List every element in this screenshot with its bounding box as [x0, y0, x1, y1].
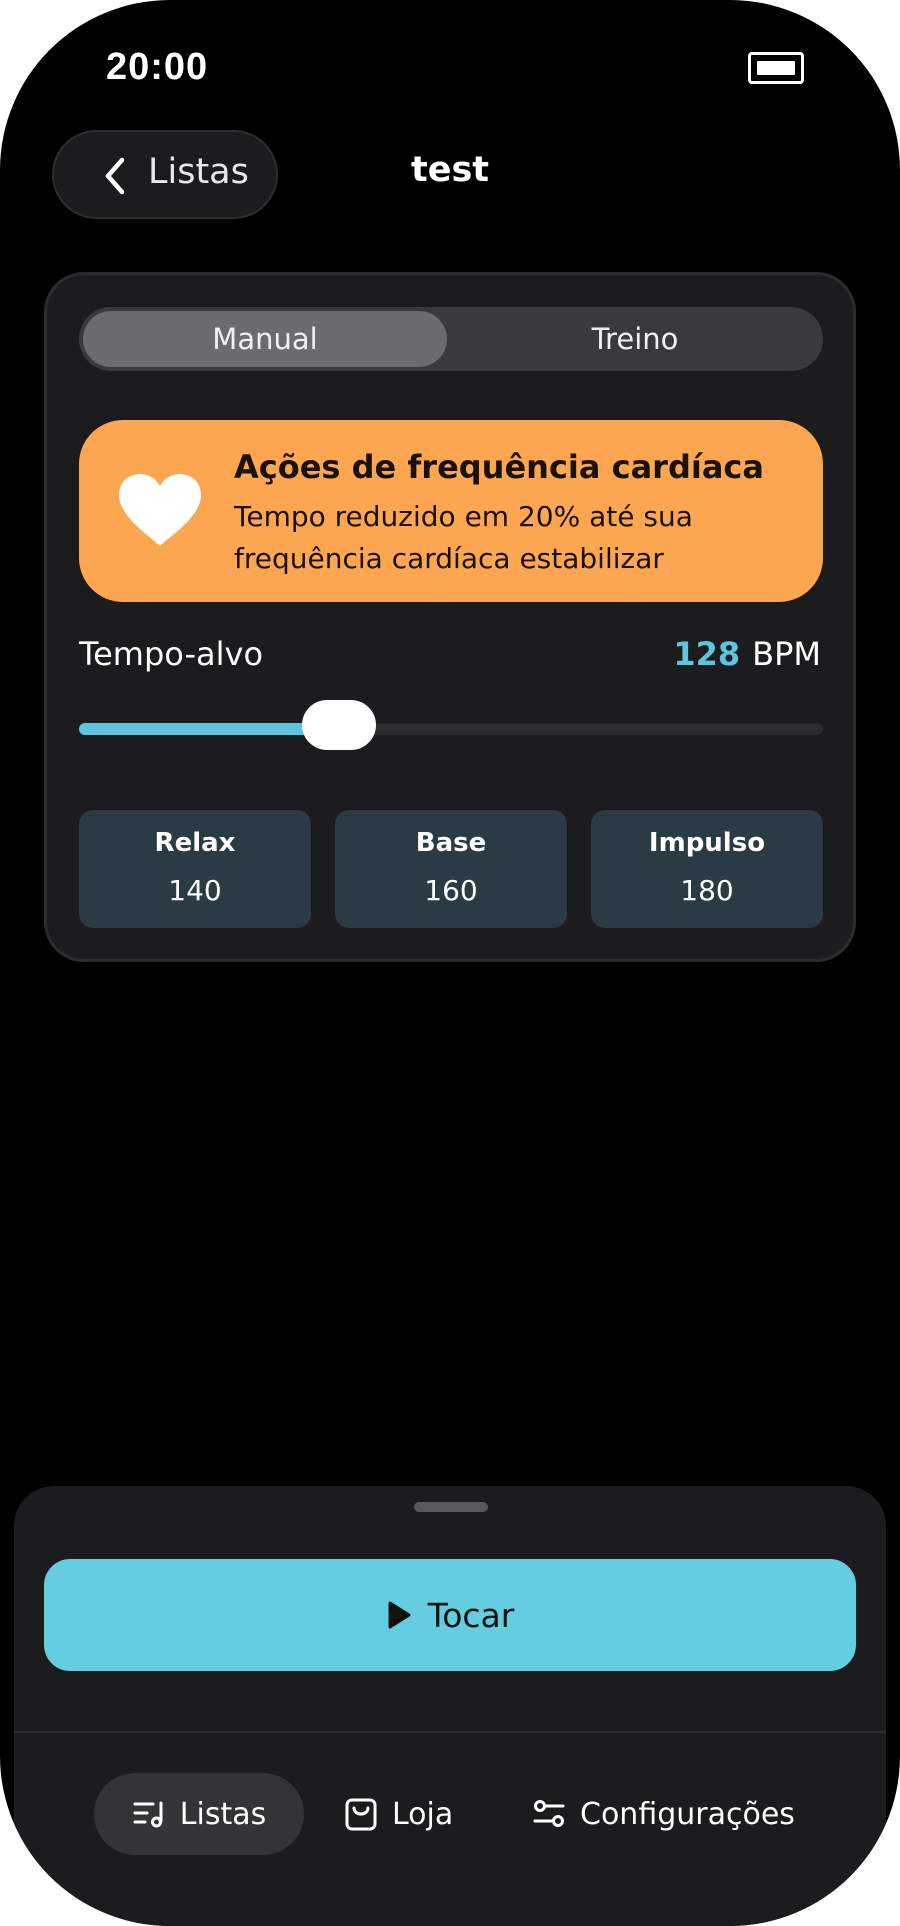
- heart-rate-title: Ações de frequência cardíaca: [234, 448, 764, 486]
- tab-label: Listas: [179, 1796, 267, 1832]
- preset-base[interactable]: Base 160: [335, 810, 567, 928]
- bpm-readout: 128 BPM: [673, 635, 821, 673]
- tab-loja[interactable]: Loja: [344, 1773, 453, 1855]
- status-time: 20:00: [106, 46, 209, 88]
- play-icon: [388, 1601, 411, 1629]
- bpm-unit: BPM: [752, 635, 821, 673]
- tab-listas[interactable]: Listas: [94, 1773, 304, 1855]
- sheet-grabber[interactable]: [414, 1502, 488, 1512]
- preset-list: Relax 140 Base 160 Impulso 180: [79, 810, 823, 928]
- shopping-bag-icon: [345, 1798, 377, 1831]
- preset-impulso[interactable]: Impulso 180: [591, 810, 823, 928]
- preset-value: 160: [424, 874, 478, 907]
- slider-thumb[interactable]: [302, 700, 377, 750]
- heart-icon: [119, 474, 201, 546]
- playlist-icon: [133, 1801, 163, 1828]
- tab-label: Configurações: [580, 1796, 795, 1832]
- preset-value: 140: [168, 874, 222, 907]
- play-button[interactable]: Tocar: [44, 1559, 856, 1671]
- segment-manual[interactable]: Manual: [83, 311, 447, 367]
- preset-name: Relax: [154, 828, 236, 858]
- tempo-slider[interactable]: [79, 700, 823, 750]
- preset-relax[interactable]: Relax 140: [79, 810, 311, 928]
- tabbar-divider: [14, 1731, 886, 1733]
- battery-icon: [748, 52, 804, 84]
- heart-rate-description: Tempo reduzido em 20% até sua frequência…: [234, 500, 693, 575]
- tab-label: Loja: [392, 1796, 454, 1832]
- slider-fill: [79, 723, 340, 735]
- preset-name: Impulso: [648, 828, 766, 858]
- segment-treino[interactable]: Treino: [451, 311, 819, 367]
- play-label: Tocar: [427, 1595, 515, 1635]
- bpm-value: 128: [673, 635, 741, 673]
- phone-screen: 20:00 Listas test Manual Treino Ações de…: [0, 0, 900, 1926]
- tempo-card: Manual Treino Ações de frequência cardía…: [44, 272, 856, 962]
- tempo-label: Tempo-alvo: [79, 635, 264, 673]
- page-title: test: [410, 150, 490, 190]
- mode-segmented-control: Manual Treino: [79, 307, 823, 371]
- heart-rate-banner: Ações de frequência cardíaca Tempo reduz…: [79, 420, 823, 602]
- tab-configuracoes[interactable]: Configurações: [532, 1773, 795, 1855]
- preset-value: 180: [680, 874, 734, 907]
- preset-name: Base: [415, 828, 487, 858]
- sliders-icon: [533, 1800, 565, 1827]
- bottom-sheet: Tocar Listas Loja Configurações: [14, 1486, 886, 1926]
